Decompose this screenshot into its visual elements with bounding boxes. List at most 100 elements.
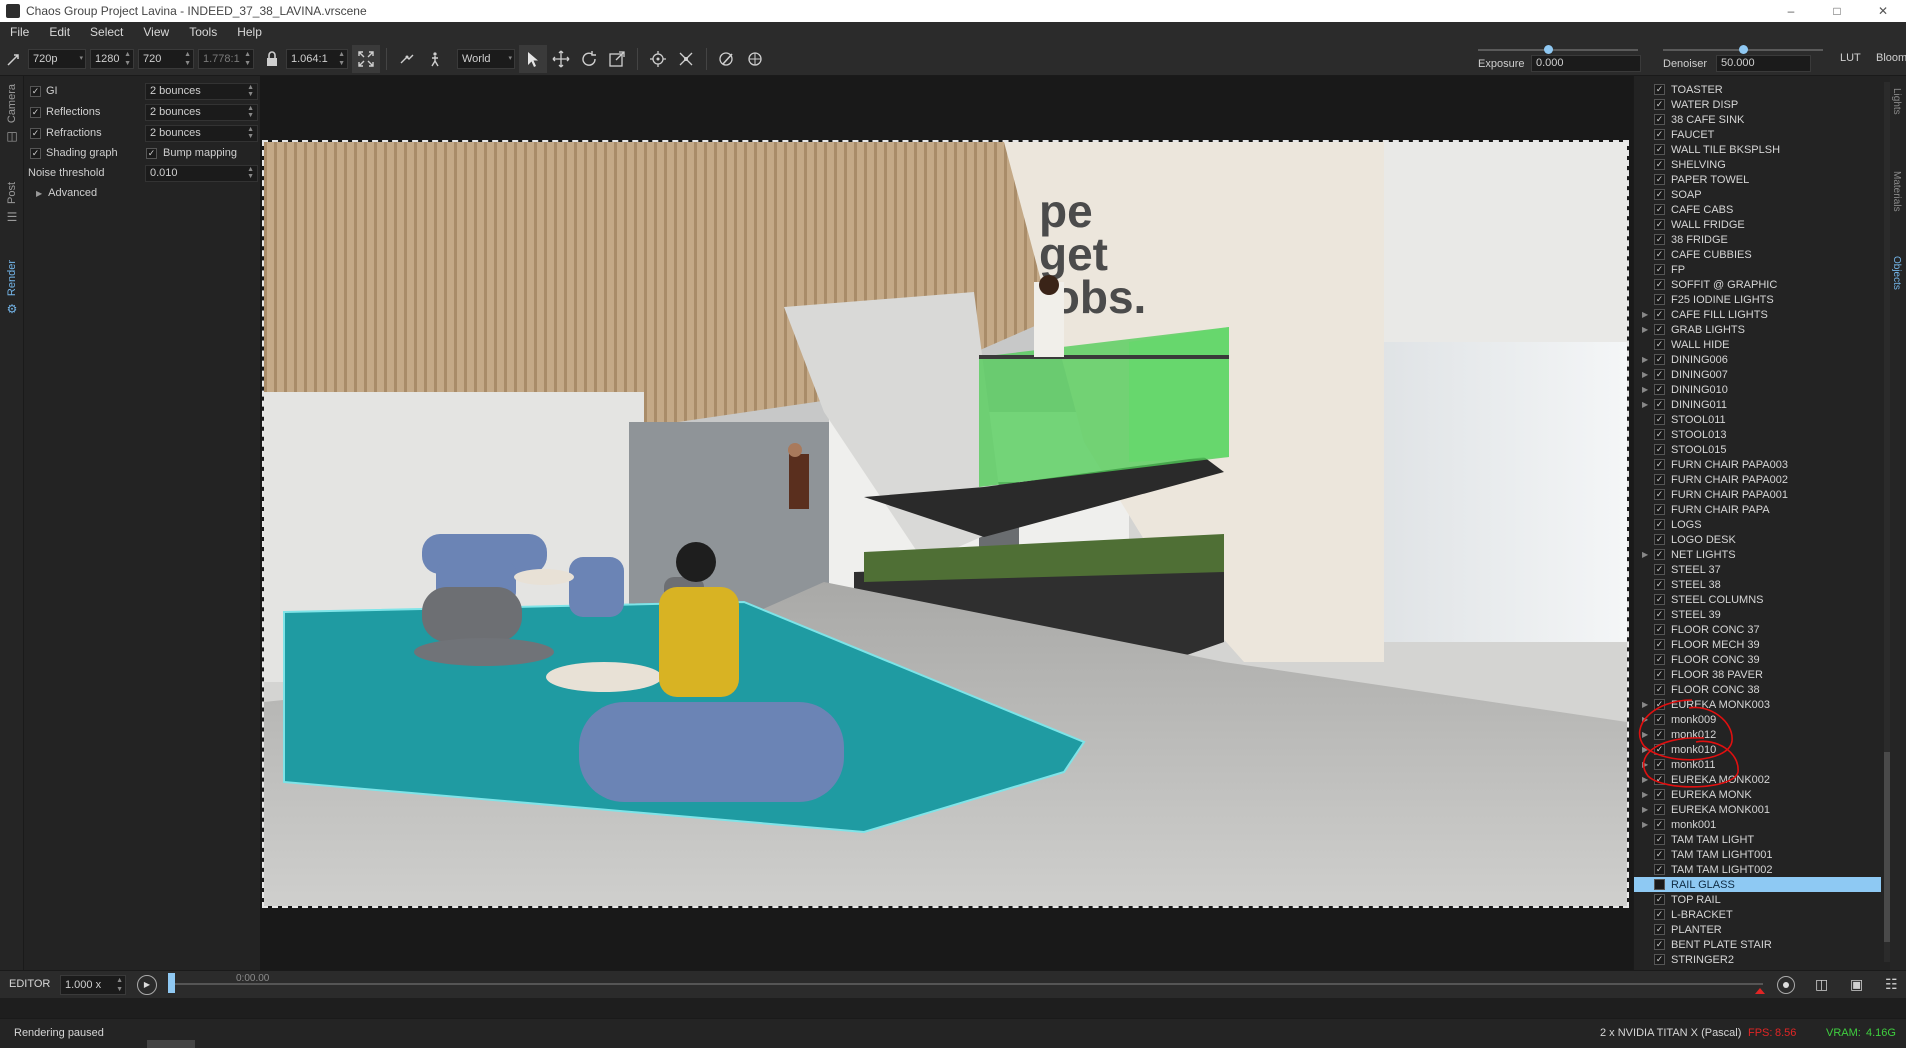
screenshot-icon[interactable]: ▣ xyxy=(1850,976,1863,993)
visibility-checkbox[interactable]: ✓ xyxy=(1654,354,1665,365)
visibility-checkbox[interactable]: ✓ xyxy=(1654,579,1665,590)
outliner-row[interactable]: ✓ FLOOR 38 PAVER xyxy=(1634,667,1881,682)
render-image[interactable]: pe get jobs. xyxy=(262,140,1629,908)
visibility-checkbox[interactable]: ✓ xyxy=(1654,204,1665,215)
outliner-row[interactable]: ✓ LOGO DESK xyxy=(1634,532,1881,547)
visibility-checkbox[interactable]: ✓ xyxy=(1654,609,1665,620)
visibility-checkbox[interactable]: ✓ xyxy=(1654,819,1665,830)
outliner-row[interactable]: ✓ TAM TAM LIGHT002 xyxy=(1634,862,1881,877)
visibility-checkbox[interactable]: ✓ xyxy=(1654,84,1665,95)
outliner-row[interactable]: ▶ ✓ EUREKA MONK003 xyxy=(1634,697,1881,712)
menu-tools[interactable]: Tools xyxy=(179,25,227,39)
expand-arrow-icon[interactable]: ▶ xyxy=(1642,715,1654,724)
shading-graph-checkbox[interactable]: ✓ xyxy=(30,147,41,159)
outliner-row[interactable]: ✓ LOGS xyxy=(1634,517,1881,532)
menu-help[interactable]: Help xyxy=(227,25,272,39)
outliner-row[interactable]: RAIL GLASS xyxy=(1634,877,1881,892)
outliner-row[interactable]: ✓ 38 CAFE SINK xyxy=(1634,112,1881,127)
visibility-checkbox[interactable]: ✓ xyxy=(1654,759,1665,770)
outliner-row[interactable]: ✓ FAUCET xyxy=(1634,127,1881,142)
visibility-checkbox[interactable]: ✓ xyxy=(1654,309,1665,320)
menu-file[interactable]: File xyxy=(0,25,39,39)
visibility-checkbox[interactable]: ✓ xyxy=(1654,174,1665,185)
visibility-checkbox[interactable]: ✓ xyxy=(1654,594,1665,605)
gi-checkbox[interactable]: ✓ xyxy=(30,85,41,97)
minimize-icon[interactable]: – xyxy=(1768,0,1814,22)
visibility-checkbox[interactable]: ✓ xyxy=(1654,144,1665,155)
outliner-row[interactable]: ✓ PLANTER xyxy=(1634,922,1881,937)
camera-capture-icon[interactable]: ◫ xyxy=(1815,976,1828,993)
bloom-button[interactable]: Bloom xyxy=(1876,52,1906,64)
tab-materials[interactable]: Materials xyxy=(1891,171,1902,212)
visibility-checkbox[interactable]: ✓ xyxy=(1654,849,1665,860)
visibility-checkbox[interactable]: ✓ xyxy=(1654,444,1665,455)
exposure-input[interactable]: 0.000 xyxy=(1531,55,1641,72)
outliner-row[interactable]: ✓ FURN CHAIR PAPA002 xyxy=(1634,472,1881,487)
outliner-row[interactable]: ✓ STRINGER2 xyxy=(1634,952,1881,967)
outliner-row[interactable]: ▶ ✓ monk001 xyxy=(1634,817,1881,832)
outliner-row[interactable]: ✓ TAM TAM LIGHT xyxy=(1634,832,1881,847)
aspect-field[interactable]: 1.778:1 ▲ ▼ xyxy=(198,48,254,69)
visibility-checkbox[interactable]: ✓ xyxy=(1654,99,1665,110)
denoiser-slider-knob[interactable] xyxy=(1739,45,1748,54)
close-icon[interactable]: ✕ xyxy=(1860,0,1906,22)
camera-tool-icon[interactable] xyxy=(0,45,28,73)
visibility-checkbox[interactable]: ✓ xyxy=(1654,234,1665,245)
bump-mapping-checkbox[interactable]: ✓ xyxy=(146,147,157,159)
visibility-checkbox[interactable]: ✓ xyxy=(1654,774,1665,785)
visibility-checkbox[interactable]: ✓ xyxy=(1654,684,1665,695)
height-field[interactable]: 720 ▲ ▼ xyxy=(138,48,194,69)
tab-render[interactable]: Render ⚙ xyxy=(0,260,24,316)
visibility-checkbox[interactable]: ✓ xyxy=(1654,399,1665,410)
tab-camera[interactable]: Camera ◫ xyxy=(0,84,24,143)
visibility-checkbox[interactable]: ✓ xyxy=(1654,549,1665,560)
expand-arrow-icon[interactable]: ▶ xyxy=(1642,775,1654,784)
refractions-checkbox[interactable]: ✓ xyxy=(30,127,41,139)
exposure-slider-knob[interactable] xyxy=(1544,45,1554,54)
lock-aspect-icon[interactable] xyxy=(258,45,286,73)
visibility-checkbox[interactable] xyxy=(1654,879,1665,890)
visibility-checkbox[interactable]: ✓ xyxy=(1654,624,1665,635)
lut-button[interactable]: LUT xyxy=(1840,52,1861,64)
expand-arrow-icon[interactable]: ▶ xyxy=(1642,355,1654,364)
tab-post[interactable]: Post ☰ xyxy=(0,182,24,224)
outliner-row[interactable]: ✓ SOAP xyxy=(1634,187,1881,202)
outliner-row[interactable]: ✓ STEEL 39 xyxy=(1634,607,1881,622)
visibility-checkbox[interactable]: ✓ xyxy=(1654,534,1665,545)
visibility-checkbox[interactable]: ✓ xyxy=(1654,489,1665,500)
outliner-row[interactable]: ✓ TOP RAIL xyxy=(1634,892,1881,907)
expand-arrow-icon[interactable]: ▶ xyxy=(1642,820,1654,829)
snap-icon[interactable] xyxy=(672,45,700,73)
select-arrow-icon[interactable] xyxy=(519,44,547,73)
visibility-checkbox[interactable]: ✓ xyxy=(1654,954,1665,965)
visibility-checkbox[interactable]: ✓ xyxy=(1654,324,1665,335)
playback-speed-field[interactable]: 1.000 x ▲ ▼ xyxy=(60,975,126,995)
visibility-checkbox[interactable]: ✓ xyxy=(1654,129,1665,140)
visibility-checkbox[interactable]: ✓ xyxy=(1654,114,1665,125)
outliner-row[interactable]: ▶ ✓ monk012 xyxy=(1634,727,1881,742)
visibility-checkbox[interactable]: ✓ xyxy=(1654,429,1665,440)
maximize-icon[interactable]: □ xyxy=(1814,0,1860,22)
denoiser-input[interactable]: 50.000 xyxy=(1716,55,1811,72)
outliner-row[interactable]: ✓ STEEL 37 xyxy=(1634,562,1881,577)
outliner-row[interactable]: ✓ STOOL011 xyxy=(1634,412,1881,427)
visibility-checkbox[interactable]: ✓ xyxy=(1654,924,1665,935)
advanced-row[interactable]: ▶ Advanced xyxy=(24,184,260,202)
visibility-checkbox[interactable]: ✓ xyxy=(1654,864,1665,875)
tab-lights[interactable]: Lights xyxy=(1891,88,1902,115)
visibility-checkbox[interactable]: ✓ xyxy=(1654,369,1665,380)
outliner-row[interactable]: ✓ STOOL013 xyxy=(1634,427,1881,442)
visibility-checkbox[interactable]: ✓ xyxy=(1654,294,1665,305)
visibility-checkbox[interactable]: ✓ xyxy=(1654,384,1665,395)
viewport[interactable]: pe get jobs. xyxy=(260,76,1633,970)
play-icon[interactable]: ▶ xyxy=(137,975,157,995)
expand-arrow-icon[interactable]: ▶ xyxy=(1642,790,1654,799)
visibility-checkbox[interactable]: ✓ xyxy=(1654,189,1665,200)
visibility-checkbox[interactable]: ✓ xyxy=(1654,474,1665,485)
visibility-checkbox[interactable]: ✓ xyxy=(1654,414,1665,425)
outliner-row[interactable]: ✓ CAFE CUBBIES xyxy=(1634,247,1881,262)
visibility-checkbox[interactable]: ✓ xyxy=(1654,654,1665,665)
outliner-row[interactable]: ▶ ✓ monk009 xyxy=(1634,712,1881,727)
coord-space-select[interactable]: World ▾ xyxy=(457,48,515,69)
gi-bounces-select[interactable]: 2 bounces ▲ ▼ xyxy=(145,82,258,100)
